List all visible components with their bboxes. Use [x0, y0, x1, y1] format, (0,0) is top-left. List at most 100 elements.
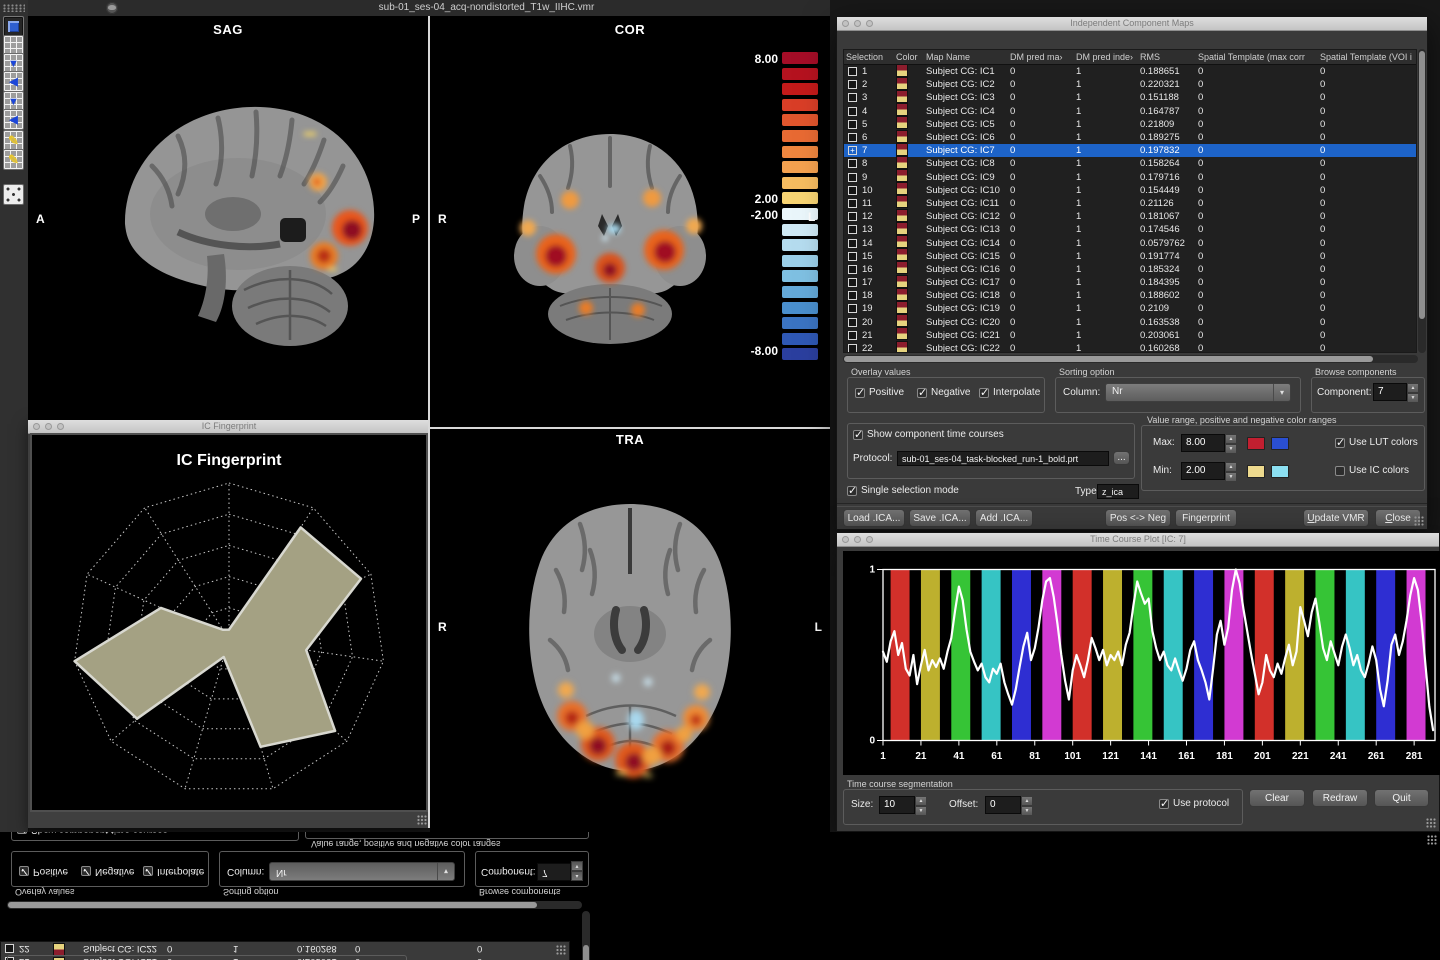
row-select-checkbox[interactable] — [848, 67, 857, 76]
row-select-checkbox[interactable] — [848, 93, 857, 102]
grid-zoom-view-icon[interactable]: ◀ — [3, 109, 24, 130]
row-select-checkbox[interactable]: + — [848, 146, 857, 155]
table-row[interactable]: 14Subject CG: IC14010.057976200 — [844, 236, 1416, 249]
row-select-checkbox[interactable] — [848, 186, 857, 195]
component-spinner[interactable]: 7 ▲▼ — [1373, 383, 1419, 401]
row-select-checkbox[interactable] — [848, 278, 857, 287]
table-row[interactable]: 17Subject CG: IC17010.18439500 — [844, 276, 1416, 289]
column-header-0[interactable]: Selection — [844, 52, 894, 62]
table-row[interactable]: 6Subject CG: IC6010.18927500 — [844, 131, 1416, 144]
overlay-interpolate-checkbox[interactable]: Interpolate — [979, 387, 1040, 398]
column-header-7[interactable]: Spatial Template (VOI i — [1318, 52, 1416, 62]
timecourse-plot-area[interactable]: 1214161811011211411611812012212412612811… — [843, 551, 1440, 775]
cor-view[interactable]: COR R L — [430, 16, 830, 420]
tra-view[interactable]: TRA R L — [430, 420, 830, 832]
positive-color-swatch-1[interactable] — [1247, 437, 1265, 450]
column-header-5[interactable]: RMS — [1138, 52, 1196, 62]
draw-pencil-icon[interactable]: ✎ — [3, 130, 24, 151]
table-row[interactable]: 2Subject CG: IC2010.22032100 — [844, 78, 1416, 91]
spinner-up-icon[interactable]: ▲ — [1225, 434, 1237, 444]
save-ica-button[interactable]: Save .ICA... — [909, 509, 971, 527]
toolbar-drag-handle-icon[interactable] — [3, 4, 25, 12]
update-vmr-button[interactable]: Update VMR — [1303, 509, 1369, 527]
spinner-up-icon[interactable]: ▲ — [1407, 383, 1419, 393]
row-select-checkbox[interactable] — [848, 291, 857, 300]
table-row[interactable]: 10Subject CG: IC10010.15444900 — [844, 184, 1416, 197]
column-header-1[interactable]: Color — [894, 52, 924, 62]
size-spinner[interactable]: 10 ▲▼ — [879, 796, 927, 814]
table-vertical-scrollbar[interactable] — [1418, 49, 1426, 353]
ica-dialog-titlebar[interactable]: Independent Component Maps — [837, 17, 1427, 31]
draw-marker-icon[interactable]: ✎ — [3, 149, 24, 170]
row-select-checkbox[interactable] — [848, 80, 857, 89]
table-header-row[interactable]: SelectionColorMap NameDM pred ma›DM pred… — [844, 50, 1416, 65]
pos-neg-button[interactable]: Pos <-> Neg — [1105, 509, 1171, 527]
table-row[interactable]: 19Subject CG: IC19010.210900 — [844, 302, 1416, 315]
quit-button[interactable]: Quit — [1374, 789, 1429, 807]
row-select-checkbox[interactable] — [848, 318, 857, 327]
overlay-negative-checkbox[interactable]: Negative — [917, 387, 970, 398]
row-select-checkbox[interactable] — [848, 304, 857, 313]
negative-color-swatch-1[interactable] — [1247, 465, 1265, 478]
table-row[interactable]: +7Subject CG: IC7010.19783200 — [844, 144, 1416, 157]
protocol-browse-button[interactable]: ... — [1113, 451, 1130, 465]
table-row[interactable]: 12Subject CG: IC12010.18106700 — [844, 210, 1416, 223]
spinner-up-icon[interactable]: ▲ — [1225, 462, 1237, 472]
row-select-checkbox[interactable] — [848, 252, 857, 261]
table-row[interactable]: 8Subject CG: IC8010.15826400 — [844, 157, 1416, 170]
resize-grip-icon[interactable] — [417, 815, 428, 826]
table-row[interactable]: 5Subject CG: IC5010.2180900 — [844, 118, 1416, 131]
protocol-field[interactable]: sub-01_ses-04_task-blocked_run-1_bold.pr… — [897, 451, 1109, 466]
fingerprint-canvas[interactable]: IC Fingerprint — [30, 433, 428, 812]
max-spinner[interactable]: 8.00 ▲▼ — [1181, 434, 1237, 452]
column-header-2[interactable]: Map Name — [924, 52, 1008, 62]
redraw-button[interactable]: Redraw — [1312, 789, 1368, 807]
column-header-3[interactable]: DM pred ma› — [1008, 52, 1074, 62]
spinner-down-icon[interactable]: ▼ — [1021, 806, 1033, 816]
resize-grip-icon[interactable] — [1426, 818, 1437, 829]
single-selection-mode-checkbox[interactable]: Single selection mode — [847, 485, 959, 496]
resize-grip-icon[interactable] — [1414, 516, 1425, 527]
vmr-window-titlebar[interactable]: sub-01_ses-04_acq-nondistorted_T1w_IIHC.… — [28, 0, 945, 17]
row-select-checkbox[interactable] — [848, 239, 857, 248]
table-row[interactable]: 15Subject CG: IC15010.19177400 — [844, 250, 1416, 263]
positive-color-swatch-2[interactable] — [1271, 437, 1289, 450]
table-row[interactable]: 21Subject CG: IC21010.20306100 — [844, 329, 1416, 342]
use-protocol-checkbox[interactable]: Use protocol — [1159, 798, 1229, 809]
spinner-down-icon[interactable]: ▼ — [1225, 472, 1237, 482]
row-select-checkbox[interactable] — [848, 173, 857, 182]
row-select-checkbox[interactable] — [848, 199, 857, 208]
overlay-positive-checkbox[interactable]: Positive — [855, 387, 904, 398]
table-row[interactable]: 9Subject CG: IC9010.17971600 — [844, 171, 1416, 184]
table-row[interactable]: 11Subject CG: IC11010.2112600 — [844, 197, 1416, 210]
component-table[interactable]: SelectionColorMap NameDM pred ma›DM pred… — [843, 49, 1417, 353]
table-row[interactable]: 16Subject CG: IC16010.18532400 — [844, 263, 1416, 276]
clear-button[interactable]: Clear — [1249, 789, 1305, 807]
use-lut-colors-checkbox[interactable]: Use LUT colors — [1335, 437, 1418, 448]
column-header-4[interactable]: DM pred inde› — [1074, 52, 1138, 62]
table-row[interactable]: 22Subject CG: IC22010.16026800 — [844, 342, 1416, 353]
spinner-up-icon[interactable]: ▲ — [915, 796, 927, 806]
row-select-checkbox[interactable] — [848, 344, 857, 353]
table-horizontal-scrollbar[interactable] — [843, 355, 1418, 363]
view-3d-cube-icon[interactable] — [3, 16, 24, 37]
table-row[interactable]: 3Subject CG: IC3010.15118800 — [844, 91, 1416, 104]
grid-cor-view-icon[interactable]: ◀ — [3, 71, 24, 92]
negative-color-swatch-2[interactable] — [1271, 465, 1289, 478]
row-select-checkbox[interactable] — [848, 107, 857, 116]
dice-pattern-icon[interactable] — [3, 184, 24, 205]
spinner-down-icon[interactable]: ▼ — [1225, 444, 1237, 454]
timecourse-window-titlebar[interactable]: Time Course Plot [IC: 7] — [837, 533, 1439, 547]
row-select-checkbox[interactable] — [848, 120, 857, 129]
sag-view[interactable]: SAG A P — [28, 16, 428, 420]
row-select-checkbox[interactable] — [848, 212, 857, 221]
use-ic-colors-checkbox[interactable]: Use IC colors — [1335, 465, 1409, 476]
table-row[interactable]: 4Subject CG: IC4010.16478700 — [844, 105, 1416, 118]
row-select-checkbox[interactable] — [848, 159, 857, 168]
offset-spinner[interactable]: 0 ▲▼ — [985, 796, 1033, 814]
min-spinner[interactable]: 2.00 ▲▼ — [1181, 462, 1237, 480]
spinner-down-icon[interactable]: ▼ — [1407, 393, 1419, 403]
table-row[interactable]: 1Subject CG: IC1010.18865100 — [844, 65, 1416, 78]
sort-column-dropdown[interactable]: Nr ▾ — [1105, 383, 1291, 402]
fingerprint-button[interactable]: Fingerprint — [1175, 509, 1237, 527]
